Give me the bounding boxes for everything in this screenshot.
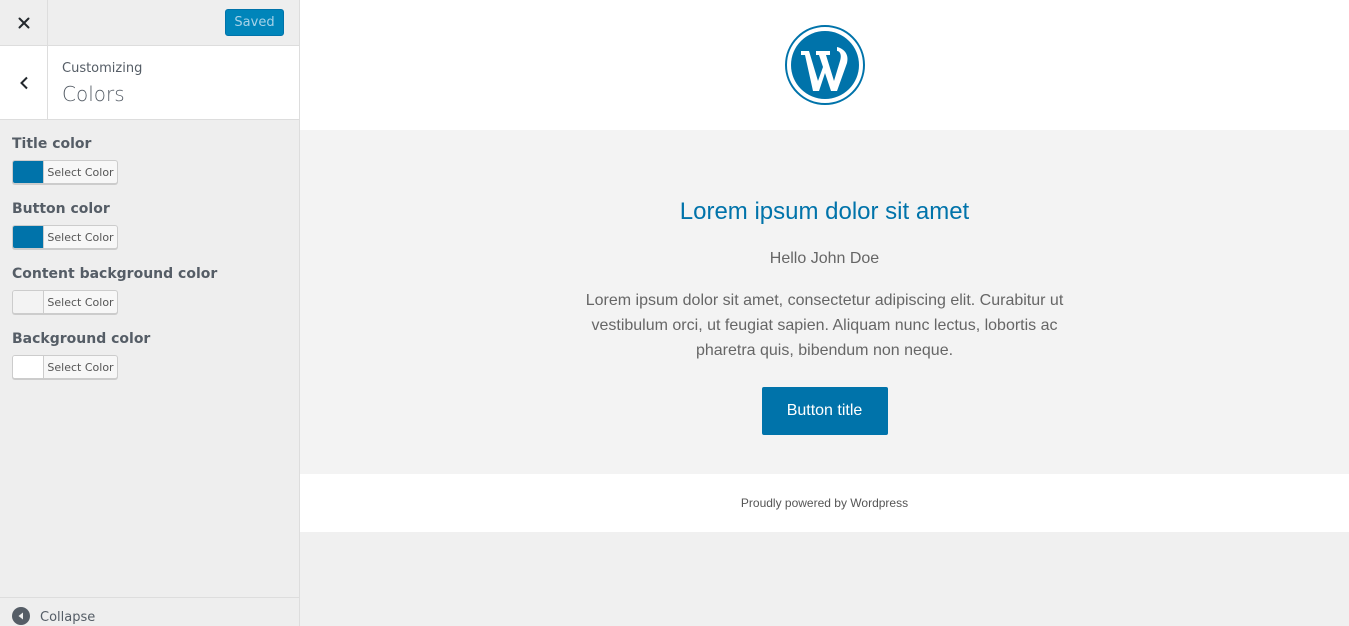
back-button[interactable]: [0, 46, 48, 119]
select-color-label: Select Color: [47, 295, 114, 309]
preview-cta-button[interactable]: Button title: [761, 387, 888, 435]
preview-body-text: Lorem ipsum dolor sit amet, consectetur …: [585, 292, 1064, 359]
close-button[interactable]: [0, 0, 48, 45]
button-color-picker-button[interactable]: Select Color: [12, 225, 118, 249]
chevron-left-icon: [19, 76, 28, 89]
close-icon: [18, 17, 29, 28]
save-button[interactable]: Saved: [225, 9, 284, 36]
color-swatch: [13, 161, 44, 183]
section-header: Customizing Colors: [0, 46, 299, 120]
button-color-control: Button color Select Color: [12, 201, 287, 249]
control-label: Button color: [12, 201, 110, 217]
title-color-picker-button[interactable]: Select Color: [12, 160, 118, 184]
control-label: Content background color: [12, 266, 218, 282]
background-color-control: Background color Select Color: [12, 331, 287, 379]
content-background-color-picker-button[interactable]: Select Color: [12, 290, 118, 314]
color-controls: Title color Select Color Button color Se…: [0, 120, 299, 379]
control-label: Background color: [12, 331, 151, 347]
select-color-label: Select Color: [47, 230, 114, 244]
section-title: Colors: [62, 82, 125, 106]
select-color-label: Select Color: [47, 360, 114, 374]
collapse-arrow-icon: [12, 607, 30, 625]
wordpress-logo-icon: [784, 25, 865, 105]
color-swatch: [13, 226, 44, 248]
preview-greeting: Hello John Doe: [769, 250, 880, 267]
collapse-button[interactable]: Collapse: [0, 597, 299, 626]
site-preview: Lorem ipsum dolor sit amet Hello John Do…: [300, 0, 1349, 626]
background-color-picker-button[interactable]: Select Color: [12, 355, 118, 379]
breadcrumb: Customizing: [62, 61, 143, 76]
color-swatch: [13, 291, 44, 313]
control-label: Title color: [12, 136, 92, 152]
preview-footer: Proudly powered by Wordpress: [300, 474, 1349, 532]
preview-header: [300, 0, 1349, 130]
customizer-sidebar: Saved Customizing Colors Title color Sel…: [0, 0, 300, 626]
preview-title: Lorem ipsum dolor sit amet: [679, 198, 970, 225]
select-color-label: Select Color: [47, 165, 114, 179]
customizer-header: Saved: [0, 0, 299, 46]
preview-content: Lorem ipsum dolor sit amet Hello John Do…: [300, 130, 1349, 474]
content-background-color-control: Content background color Select Color: [12, 266, 287, 314]
title-color-control: Title color Select Color: [12, 136, 287, 184]
collapse-label: Collapse: [40, 609, 96, 625]
color-swatch: [13, 356, 44, 378]
